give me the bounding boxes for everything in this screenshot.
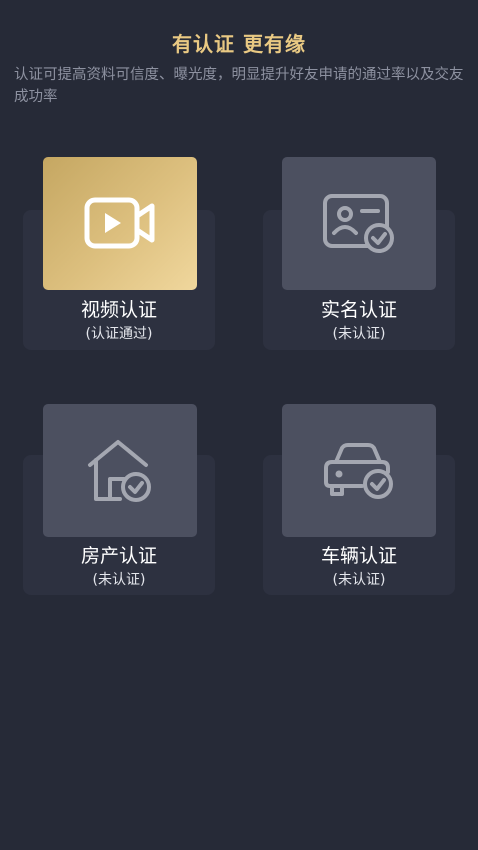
card-status-car: (未认证)	[332, 572, 386, 588]
card-status-house: (未认证)	[92, 572, 146, 588]
house-verification-tile[interactable]	[43, 404, 197, 537]
card-status-video: (认证通过)	[85, 326, 153, 342]
realname-verification-tile[interactable]	[282, 157, 436, 290]
car-verification-tile[interactable]	[282, 404, 436, 537]
house-check-icon	[88, 439, 151, 502]
page-title: 有认证 更有缘	[172, 32, 306, 56]
video-camera-icon	[84, 197, 155, 248]
card-label-house: 房产认证	[80, 545, 157, 567]
card-label-realname: 实名认证	[320, 299, 397, 321]
video-verification-tile[interactable]	[43, 157, 197, 290]
car-check-icon	[324, 442, 393, 499]
card-label-video: 视频认证	[80, 299, 157, 321]
id-card-check-icon	[323, 193, 394, 253]
page-subtitle: 认证可提高资料可信度、曝光度，明显提升好友申请的通过率以及交友成功率	[14, 67, 464, 105]
card-status-realname: (未认证)	[332, 326, 386, 342]
card-label-car: 车辆认证	[320, 545, 397, 567]
